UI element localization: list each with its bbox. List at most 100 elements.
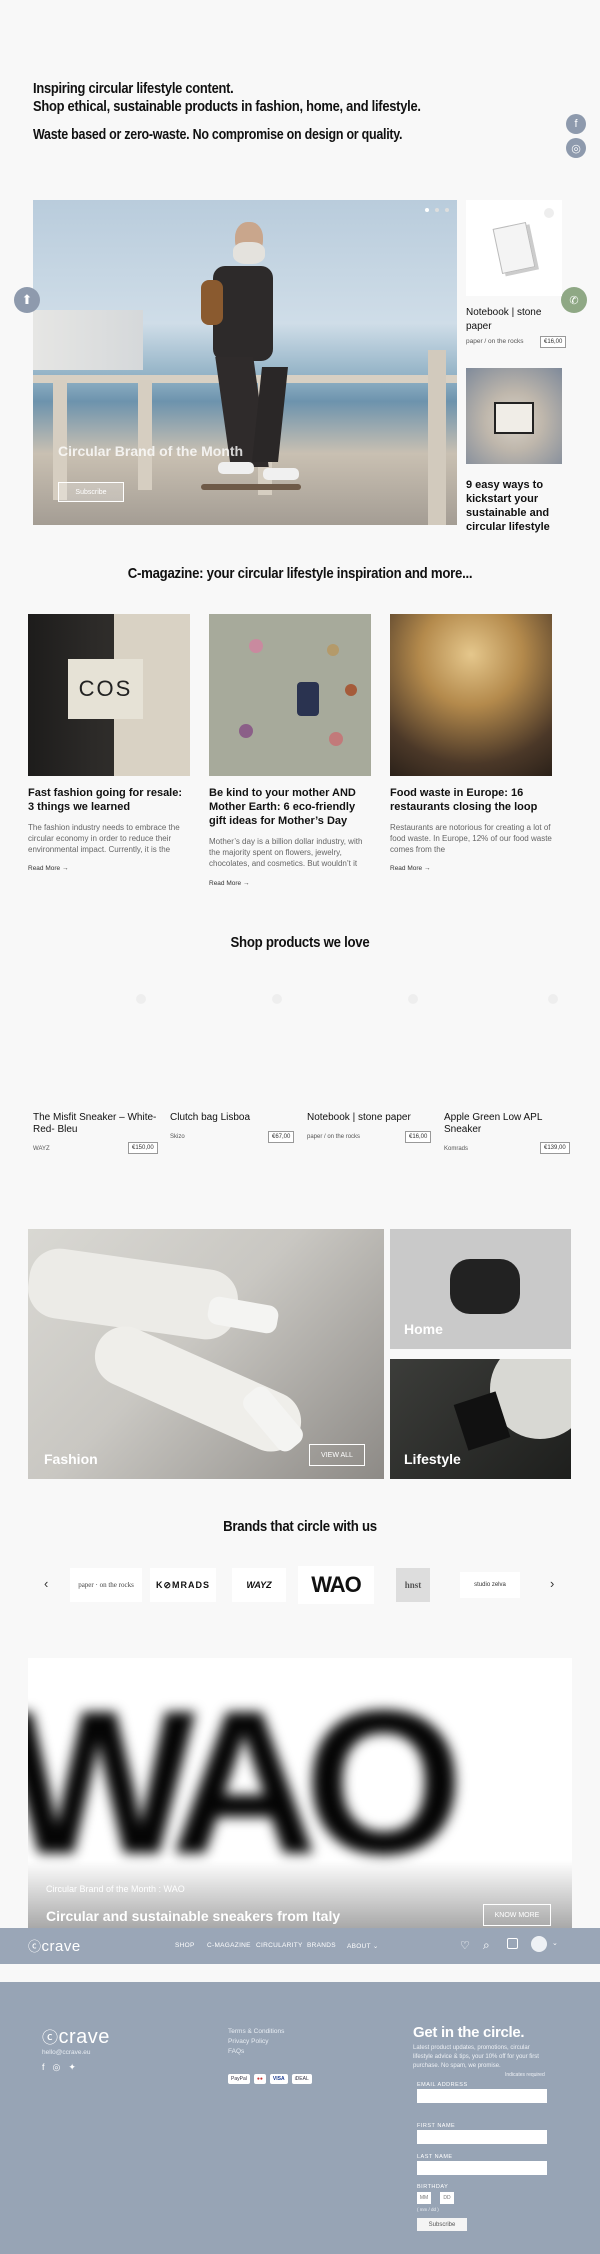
wishlist-heart-icon[interactable]	[544, 208, 554, 218]
footer-privacy-link[interactable]: Privacy Policy	[228, 2037, 268, 2047]
product-3-name[interactable]: Notebook | stone paper	[307, 1112, 432, 1124]
article-3-image[interactable]	[390, 614, 552, 776]
wishlist-heart-icon[interactable]	[548, 994, 558, 1004]
side-product-brand: paper / on the rocks	[466, 338, 524, 345]
wishlist-heart-icon[interactable]	[136, 994, 146, 1004]
brands-title: Brands that circle with us	[223, 1518, 377, 1535]
footer-faqs-link[interactable]: FAQs	[228, 2047, 244, 2057]
brand-logo-wao[interactable]: WAO	[298, 1566, 374, 1604]
nav-c-magazine[interactable]: C-MAGAZINE	[207, 1942, 251, 1949]
brand-logo-paper-on-the-rocks[interactable]: paper · on the rocks	[70, 1568, 142, 1602]
birthday-month-field[interactable]	[417, 2192, 431, 2204]
navbar: ⓒcrave SHOP C-MAGAZINE CIRCULARITY BRAND…	[0, 1928, 600, 1964]
article-2-image[interactable]	[209, 614, 371, 776]
required-note: Indicates required	[505, 2072, 545, 2078]
know-more-button[interactable]: KNOW MORE	[483, 1904, 551, 1926]
sign-shape	[494, 402, 534, 434]
wishlist-icon[interactable]: ♡	[460, 1939, 470, 1952]
birthday-hint: ( mm / dd )	[417, 2207, 439, 2212]
instagram-icon[interactable]: ◎	[53, 2062, 61, 2073]
birthday-label: BIRTHDAY	[417, 2184, 449, 2190]
facebook-icon[interactable]: f	[566, 114, 586, 134]
whatsapp-icon[interactable]: ✆	[561, 287, 587, 313]
footer-logo-text: crave	[58, 2026, 110, 2048]
product-4-name[interactable]: Apple Green Low APL Sneaker	[444, 1112, 564, 1136]
product-2-brand: Skizo	[170, 1134, 185, 1140]
product-4-brand: Komrads	[444, 1146, 469, 1152]
instagram-icon[interactable]: ◎	[566, 138, 586, 158]
lifestyle-category-tile[interactable]: Lifestyle	[390, 1359, 571, 1479]
brand-logo-hnst[interactable]: hnst	[396, 1568, 430, 1602]
brands-prev-icon[interactable]: ‹	[44, 1576, 48, 1591]
subscribe-button[interactable]: Subscribe	[58, 482, 124, 502]
product-3-brand: paper / on the rocks	[307, 1134, 361, 1140]
fashion-category-tile[interactable]: Fashion VIEW ALL	[28, 1229, 384, 1479]
newsletter-title: Get in the circle.	[413, 2024, 525, 2041]
brand-of-month-banner[interactable]: WAO Circular Brand of the Month : WAO Ci…	[28, 1658, 572, 1930]
wishlist-heart-icon[interactable]	[272, 994, 282, 1004]
last-name-label: LAST NAME	[417, 2154, 453, 2160]
hero-slider[interactable]: Circular Brand of the Month Subscribe	[33, 200, 457, 525]
brand-logo-wayz[interactable]: WAYZ	[232, 1568, 286, 1602]
chevron-down-icon[interactable]: ⌄	[552, 1939, 558, 1947]
wao-big-logo: WAO	[28, 1668, 464, 1897]
nav-shop[interactable]: SHOP	[175, 1942, 195, 1949]
navbar-logo-text: crave	[41, 1938, 81, 1955]
nav-brands[interactable]: BRANDS	[307, 1942, 336, 1949]
notebook-shape	[492, 221, 536, 275]
article-1-title[interactable]: Fast fashion going for resale: 3 things …	[28, 786, 190, 814]
nav-about[interactable]: ABOUT ⌄	[347, 1942, 379, 1950]
newsletter-text: Latest product updates, promotions, circ…	[413, 2045, 539, 2069]
railing-post	[428, 350, 446, 525]
account-avatar-icon[interactable]	[531, 1936, 547, 1952]
article-1-image[interactable]: COS	[28, 614, 190, 776]
view-all-button[interactable]: VIEW ALL	[309, 1444, 365, 1466]
newsletter-email-field[interactable]	[417, 2089, 547, 2103]
article-3-title[interactable]: Food waste in Europe: 16 restaurants clo…	[390, 786, 552, 814]
navbar-logo[interactable]: ⓒcrave	[28, 1936, 81, 1955]
side-product-price: €16,00	[540, 336, 567, 348]
footer: ⓒcrave hello@ccrave.eu f ◎ ✦ Terms & Con…	[0, 1982, 600, 2254]
brands-next-icon[interactable]: ›	[550, 1576, 554, 1591]
footer-email[interactable]: hello@ccrave.eu	[42, 2048, 91, 2058]
slider-dots[interactable]	[425, 208, 449, 212]
newsletter-subscribe-button[interactable]: Subscribe	[417, 2218, 467, 2231]
payment-methods: PayPal ●● VISA iDEAL	[228, 2074, 312, 2084]
product-1-price: €150,00	[128, 1142, 158, 1154]
home-category-tile[interactable]: Home	[390, 1229, 571, 1349]
newsletter-first-name-field[interactable]	[417, 2130, 547, 2144]
twitter-icon[interactable]: ✦	[68, 2062, 76, 2073]
footer-terms-link[interactable]: Terms & Conditions	[228, 2027, 284, 2037]
nav-circularity[interactable]: CIRCULARITY	[256, 1942, 303, 1949]
railing-post	[138, 380, 152, 490]
email-label: EMAIL ADDRESS	[417, 2082, 468, 2088]
article-1-text: The fashion industry needs to embrace th…	[28, 823, 180, 854]
mastercard-icon: ●●	[253, 2074, 266, 2084]
article-2-readmore[interactable]: Read More →	[209, 880, 249, 887]
visa-icon: VISA	[269, 2074, 288, 2084]
side-product-image[interactable]	[466, 200, 562, 296]
cos-sign: COS	[68, 659, 143, 719]
product-1-name[interactable]: The Misfit Sneaker – White-Red- Bleu	[33, 1112, 158, 1136]
cart-icon[interactable]	[507, 1938, 518, 1949]
side-article-title[interactable]: 9 easy ways to kickstart your sustainabl…	[466, 478, 562, 534]
buildings	[33, 310, 143, 370]
product-2-name[interactable]: Clutch bag Lisboa	[170, 1112, 295, 1124]
article-3-readmore[interactable]: Read More →	[390, 865, 430, 872]
article-2-title[interactable]: Be kind to your mother AND Mother Earth:…	[209, 786, 371, 828]
article-1-readmore[interactable]: Read More →	[28, 865, 68, 872]
side-article-image[interactable]	[466, 368, 562, 464]
scroll-up-icon[interactable]: ⬆	[14, 287, 40, 313]
wishlist-heart-icon[interactable]	[408, 994, 418, 1004]
brand-logo-studio-zelva[interactable]: studio zelva	[460, 1572, 520, 1598]
search-icon[interactable]: ⌕	[483, 1938, 490, 1953]
newsletter-last-name-field[interactable]	[417, 2161, 547, 2175]
ideal-icon: iDEAL	[291, 2074, 312, 2084]
side-product-title[interactable]: Notebook | stone paper	[466, 306, 562, 334]
skateboarder	[183, 222, 301, 512]
article-2-text: Mother’s day is a billion dollar industr…	[209, 837, 363, 868]
brand-logo-komrads[interactable]: K⊘MRADS	[150, 1568, 216, 1602]
birthday-day-field[interactable]	[440, 2192, 454, 2204]
facebook-icon[interactable]: f	[42, 2062, 45, 2073]
article-3-text: Restaurants are notorious for creating a…	[390, 823, 552, 854]
